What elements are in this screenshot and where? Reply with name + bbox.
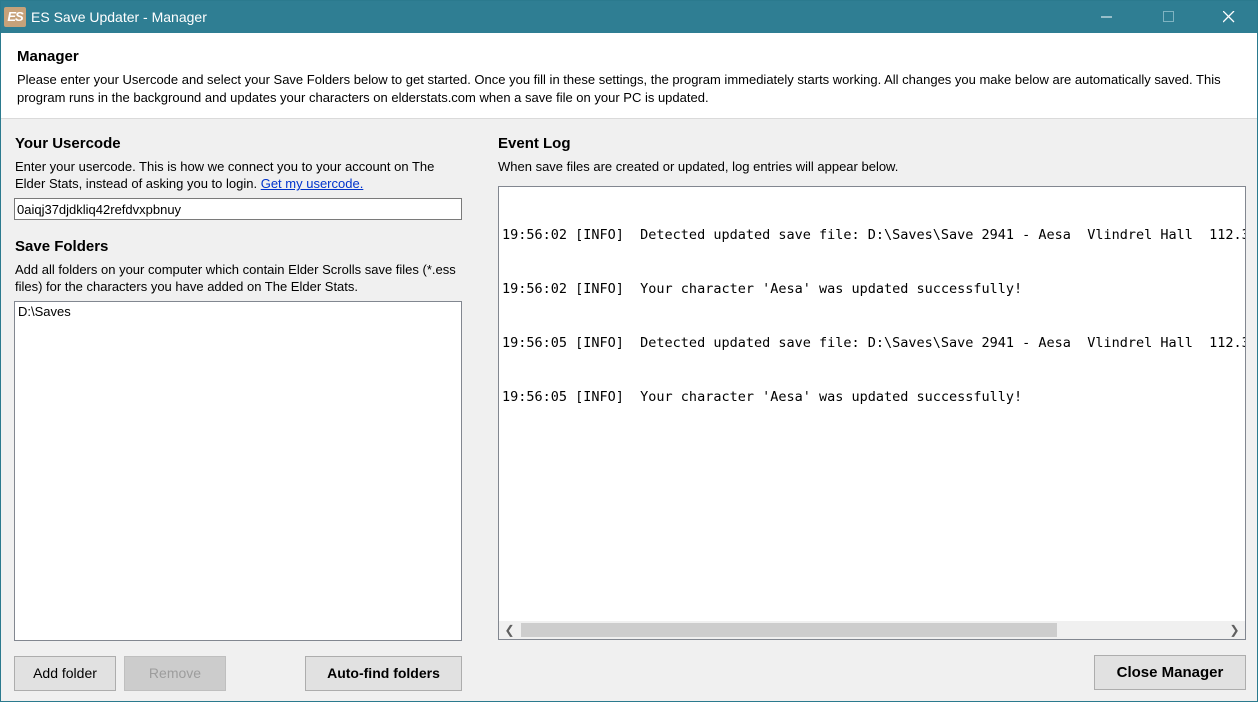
event-log-entries: 19:56:02 [INFO] Detected updated save fi…	[502, 190, 1246, 442]
manager-header: Manager Please enter your Usercode and s…	[1, 33, 1257, 119]
log-entry: 19:56:05 [INFO] Your character 'Aesa' wa…	[502, 389, 1023, 405]
close-window-button[interactable]	[1206, 1, 1252, 33]
usercode-description: Enter your usercode. This is how we conn…	[15, 158, 465, 192]
horizontal-scrollbar[interactable]: ❮ ❯	[499, 621, 1245, 639]
log-entry: 19:56:02 [INFO] Detected updated save fi…	[502, 227, 1246, 243]
save-folders-description: Add all folders on your computer which c…	[15, 262, 456, 294]
minimize-button[interactable]	[1084, 1, 1130, 33]
maximize-button[interactable]	[1146, 1, 1192, 33]
log-entry: 19:56:05 [INFO] Detected updated save fi…	[502, 335, 1246, 351]
event-log-description: When save files are created or updated, …	[498, 159, 899, 174]
usercode-input[interactable]: 0aiqj37djdkliq42refdvxpbnuy	[14, 198, 462, 220]
auto-find-folders-button[interactable]: Auto-find folders	[305, 656, 462, 691]
folder-list-item[interactable]: D:\Saves	[18, 304, 458, 319]
usercode-description-text: Enter your usercode. This is how we conn…	[15, 159, 435, 191]
scrollbar-thumb[interactable]	[521, 623, 1057, 637]
save-folders-list[interactable]: D:\Saves	[14, 301, 462, 641]
event-log-title: Event Log	[498, 135, 571, 152]
get-usercode-link[interactable]: Get my usercode.	[261, 176, 364, 191]
header-description: Please enter your Usercode and select yo…	[17, 72, 1221, 105]
close-manager-button[interactable]: Close Manager	[1094, 655, 1246, 690]
header-title: Manager	[17, 48, 79, 65]
minimize-icon	[1101, 16, 1112, 18]
app-window: ES ES Save Updater - Manager Manager Ple…	[0, 0, 1258, 702]
window-title: ES Save Updater - Manager	[31, 9, 207, 25]
save-folders-title: Save Folders	[15, 238, 109, 255]
event-log-box[interactable]: 19:56:02 [INFO] Detected updated save fi…	[498, 186, 1246, 640]
close-icon	[1223, 11, 1235, 23]
log-entry: 19:56:02 [INFO] Your character 'Aesa' wa…	[502, 281, 1023, 297]
title-bar[interactable]: ES ES Save Updater - Manager	[1, 1, 1257, 33]
usercode-title: Your Usercode	[15, 135, 121, 152]
maximize-icon	[1163, 11, 1174, 22]
scroll-left-icon[interactable]: ❮	[501, 621, 518, 639]
add-folder-button[interactable]: Add folder	[14, 656, 116, 691]
remove-folder-button[interactable]: Remove	[124, 656, 226, 691]
app-logo-icon: ES	[4, 7, 26, 27]
scroll-right-icon[interactable]: ❯	[1226, 621, 1243, 639]
